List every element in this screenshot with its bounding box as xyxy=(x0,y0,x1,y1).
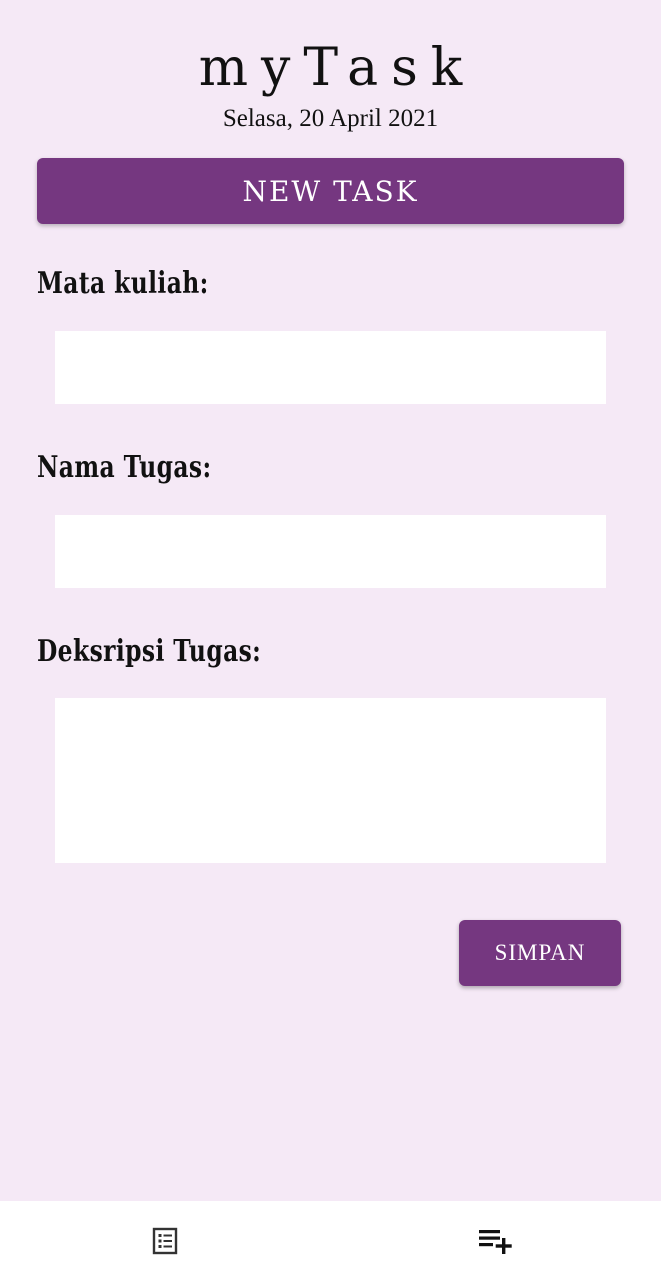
new-task-banner: NEW TASK xyxy=(37,158,624,224)
mata-kuliah-label: Mata kuliah: xyxy=(37,266,209,301)
app-title: myTask xyxy=(198,38,476,98)
mata-kuliah-input[interactable] xyxy=(55,331,606,404)
nama-tugas-label: Nama Tugas: xyxy=(37,450,212,485)
bottom-navigation xyxy=(0,1201,661,1280)
nama-tugas-input[interactable] xyxy=(55,515,606,588)
task-list-icon xyxy=(152,1227,178,1255)
current-date: Selasa, 20 April 2021 xyxy=(222,105,439,132)
nav-item-new-task[interactable] xyxy=(330,1201,660,1280)
playlist-add-icon xyxy=(478,1228,512,1254)
save-button[interactable]: SIMPAN xyxy=(459,920,621,986)
deskripsi-tugas-label: Deksripsi Tugas: xyxy=(37,634,262,669)
nav-item-task-list[interactable] xyxy=(0,1201,330,1280)
deskripsi-tugas-input[interactable] xyxy=(55,698,606,863)
